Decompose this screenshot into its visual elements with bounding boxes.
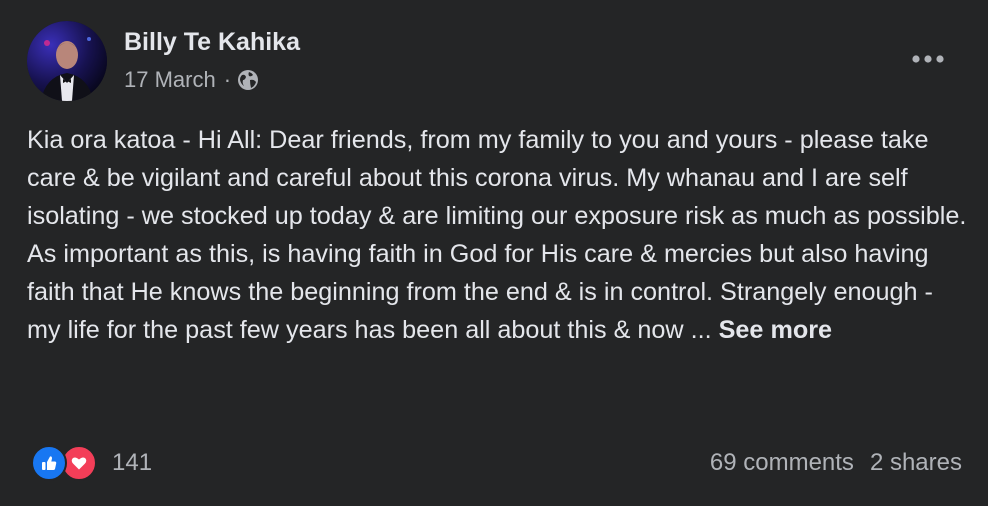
meta-separator: · bbox=[223, 67, 232, 92]
engagement-stats: 69 comments 2 shares bbox=[710, 446, 962, 480]
post-meta: 17 March · bbox=[124, 66, 259, 94]
post-text: Kia ora katoa - Hi All: Dear friends, fr… bbox=[27, 126, 967, 344]
profile-photo bbox=[27, 21, 107, 101]
shares-count-link[interactable]: 2 shares bbox=[870, 446, 962, 480]
author-name[interactable]: Billy Te Kahika bbox=[124, 27, 300, 57]
see-more-link[interactable]: See more bbox=[719, 316, 832, 344]
globe-icon bbox=[237, 69, 259, 91]
post-date[interactable]: 17 March bbox=[124, 66, 216, 94]
reactions-summary[interactable]: 141 bbox=[31, 444, 152, 482]
reaction-count: 141 bbox=[112, 449, 153, 476]
post-body: Kia ora katoa - Hi All: Dear friends, fr… bbox=[27, 121, 967, 349]
avatar[interactable] bbox=[27, 21, 107, 101]
more-options-icon[interactable] bbox=[906, 45, 950, 73]
comments-count-link[interactable]: 69 comments bbox=[710, 446, 854, 480]
like-icon bbox=[31, 445, 67, 481]
facebook-post: Billy Te Kahika 17 March · Kia ora katoa… bbox=[0, 0, 988, 506]
